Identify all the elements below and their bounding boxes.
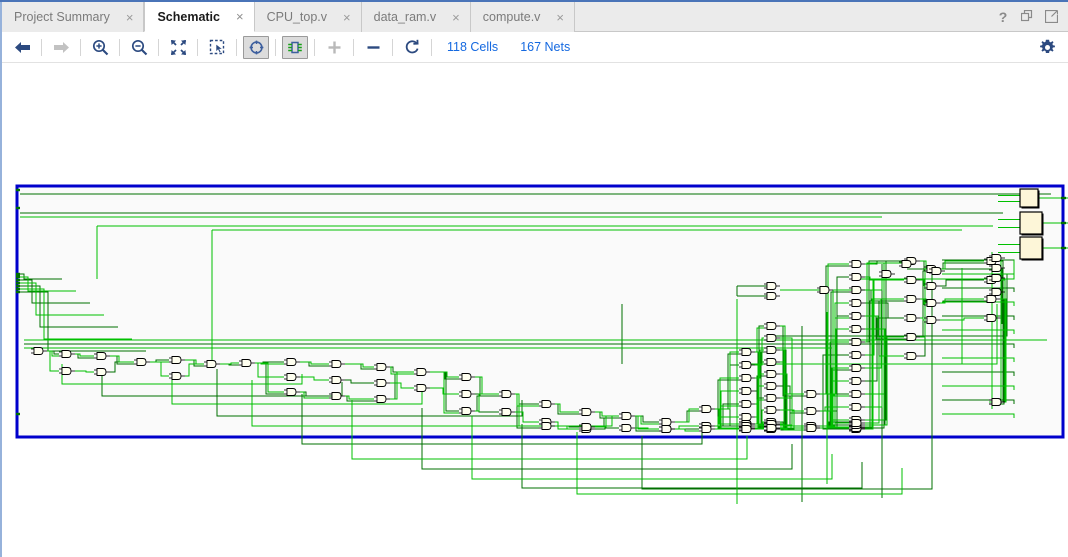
toolbar-separator <box>41 38 42 56</box>
tab-project-summary[interactable]: Project Summary × <box>2 2 145 32</box>
tab-label: CPU_top.v <box>266 10 328 24</box>
schematic-toolbar: 118 Cells 167 Nets <box>2 32 1068 63</box>
tab-cpu-top-v[interactable]: CPU_top.v × <box>254 2 362 32</box>
tab-close-icon[interactable]: × <box>450 11 462 24</box>
collapse-button[interactable] <box>360 36 386 59</box>
maximize-window-icon[interactable] <box>1044 10 1058 24</box>
tab-schematic[interactable]: Schematic × <box>144 2 255 32</box>
arrow-right-icon <box>53 41 69 53</box>
tab-label: compute.v <box>482 10 541 24</box>
crosshair-circle-icon <box>249 40 263 54</box>
float-window-icon[interactable] <box>1020 10 1034 24</box>
forward-button[interactable] <box>48 36 74 59</box>
nets-count-label[interactable]: 167 Nets <box>520 40 570 54</box>
zoom-out-icon <box>131 39 147 55</box>
zoom-area-icon <box>209 39 224 54</box>
zoom-fit-icon <box>170 39 186 55</box>
help-icon[interactable]: ? <box>996 10 1010 24</box>
window-controls: ? <box>990 2 1068 31</box>
refresh-icon <box>405 39 419 54</box>
tab-bar: Project Summary × Schematic × CPU_top.v … <box>2 2 1068 32</box>
toolbar-separator <box>431 38 432 56</box>
tab-label: Project Summary <box>14 10 110 24</box>
reload-button[interactable] <box>399 36 425 59</box>
tab-compute-v[interactable]: compute.v × <box>470 2 576 32</box>
minus-icon <box>367 45 379 49</box>
back-button[interactable] <box>9 36 35 59</box>
zoom-in-button[interactable] <box>87 36 113 59</box>
tab-bar-filler <box>575 2 990 31</box>
zoom-area-button[interactable] <box>204 36 230 59</box>
tab-close-icon[interactable]: × <box>341 11 353 24</box>
floorplan-button[interactable] <box>243 35 269 59</box>
tab-close-icon[interactable]: × <box>234 10 246 23</box>
chip-icon <box>288 41 302 53</box>
zoom-in-icon <box>92 39 108 55</box>
toolbar-separator <box>158 38 159 56</box>
schematic-window: Project Summary × Schematic × CPU_top.v … <box>0 0 1068 557</box>
schematic-canvas[interactable] <box>2 64 1068 557</box>
schematic-drawing <box>15 184 1068 504</box>
tab-data-ram-v[interactable]: data_ram.v × <box>361 2 471 32</box>
toolbar-separator <box>236 38 237 56</box>
tab-label: Schematic <box>157 9 220 24</box>
tab-close-icon[interactable]: × <box>554 11 566 24</box>
toolbar-separator <box>353 38 354 56</box>
expand-button[interactable] <box>321 36 347 59</box>
toolbar-separator <box>314 38 315 56</box>
toolbar-separator <box>197 38 198 56</box>
toolbar-separator <box>119 38 120 56</box>
tab-label: data_ram.v <box>373 10 437 24</box>
settings-gear-icon[interactable] <box>1036 36 1058 58</box>
show-cells-button[interactable] <box>282 35 308 59</box>
cells-count-label[interactable]: 118 Cells <box>447 40 498 54</box>
arrow-left-icon <box>14 41 30 53</box>
toolbar-separator <box>80 38 81 56</box>
zoom-fit-button[interactable] <box>165 36 191 59</box>
tab-close-icon[interactable]: × <box>124 11 136 24</box>
plus-icon <box>328 41 340 53</box>
zoom-out-button[interactable] <box>126 36 152 59</box>
toolbar-separator <box>392 38 393 56</box>
toolbar-separator <box>275 38 276 56</box>
